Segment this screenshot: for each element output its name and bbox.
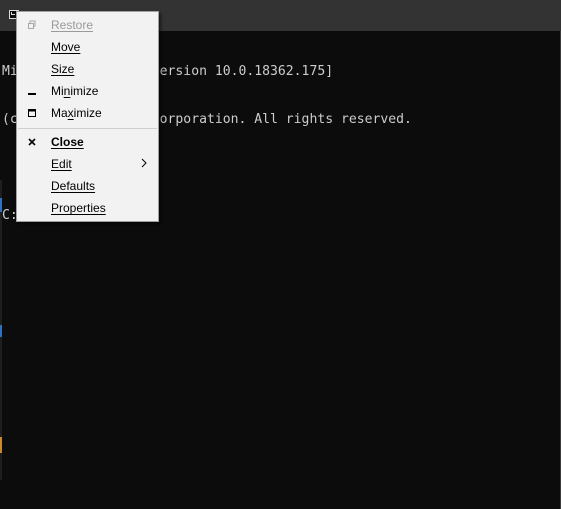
menu-item-minimize[interactable]: Minimize — [17, 80, 158, 102]
menu-separator — [18, 128, 157, 129]
menu-item-label: Restore — [51, 18, 94, 32]
chevron-right-icon — [141, 158, 147, 168]
background-window-accent — [0, 437, 2, 453]
background-window-accent — [0, 198, 2, 212]
menu-item-size[interactable]: Size — [17, 58, 158, 80]
menu-item-label: Properties — [51, 201, 106, 215]
system-menu: Restore Move Size Minimize Maximize Clos… — [16, 11, 159, 222]
restore-icon — [28, 20, 36, 29]
menu-item-restore[interactable]: Restore — [17, 14, 158, 36]
menu-item-label: Close — [51, 135, 84, 149]
menu-item-defaults[interactable]: Defaults — [17, 175, 158, 197]
menu-item-move[interactable]: Move — [17, 36, 158, 58]
menu-item-edit[interactable]: Edit — [17, 153, 158, 175]
maximize-icon — [28, 109, 36, 117]
background-window-accent — [0, 325, 2, 337]
menu-item-label: Move — [51, 40, 81, 54]
menu-item-label: Minimize — [51, 84, 99, 98]
menu-item-properties[interactable]: Properties — [17, 197, 158, 219]
menu-item-close[interactable]: Close — [17, 131, 158, 153]
close-icon — [28, 138, 36, 146]
menu-item-label: Maximize — [51, 106, 102, 120]
menu-item-label: Size — [51, 62, 75, 76]
menu-item-label: Defaults — [51, 179, 96, 193]
menu-item-label: Edit — [51, 157, 72, 171]
minimize-icon — [28, 93, 36, 95]
menu-item-maximize[interactable]: Maximize — [17, 102, 158, 124]
